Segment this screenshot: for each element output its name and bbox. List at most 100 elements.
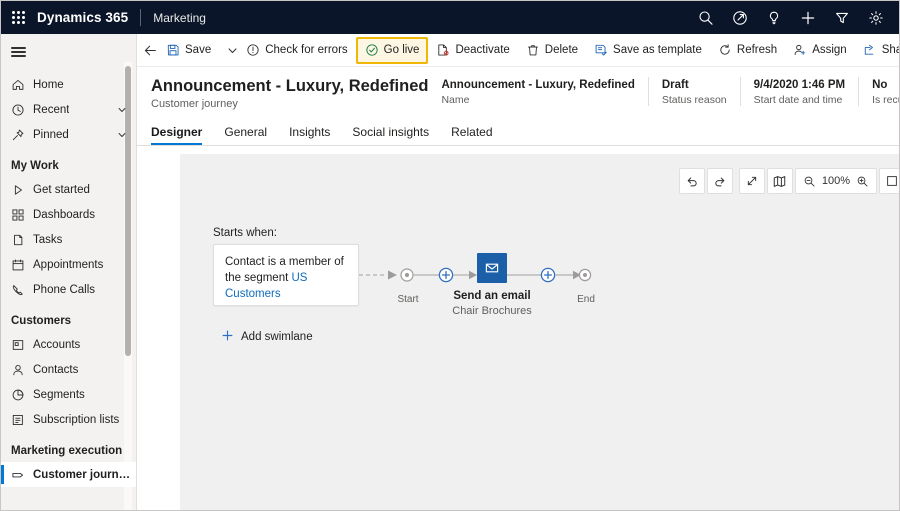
sidebar-item-segments[interactable]: Segments — [1, 382, 136, 407]
phone-icon — [11, 283, 33, 297]
app-window: Dynamics 365 Marketing Home Recent Pinne… — [0, 0, 900, 511]
record-header: Announcement - Luxury, Redefined Custome… — [137, 67, 899, 116]
brand-title: Dynamics 365 — [37, 10, 129, 25]
refresh-label: Refresh — [736, 44, 778, 56]
meta-label: Start date and time — [753, 94, 843, 106]
meta-label: Status reason — [661, 94, 727, 106]
sidebar-item-label: Dashboards — [33, 208, 96, 221]
canvas-more-button[interactable] — [879, 168, 899, 194]
chevron-down-icon[interactable] — [117, 130, 127, 140]
sidebar-item-subscription-lists[interactable]: Subscription lists — [1, 407, 136, 432]
journey-canvas[interactable]: 100% Starts when: Contact is a member of… — [181, 154, 899, 510]
record-tabs: Designer General Insights Social insight… — [137, 116, 899, 146]
sidebar-item-accounts[interactable]: Accounts — [1, 332, 136, 357]
chevron-down-icon[interactable] — [117, 105, 127, 115]
journey-icon — [11, 468, 33, 482]
top-navigation-bar: Dynamics 365 Marketing — [1, 1, 899, 34]
sidebar-item-label: Contacts — [33, 363, 79, 376]
zoom-in-icon[interactable] — [856, 175, 869, 188]
canvas-gutter — [137, 154, 181, 510]
calendar-icon — [11, 258, 33, 272]
plus-icon — [221, 329, 234, 345]
diagnostics-icon[interactable] — [723, 1, 757, 34]
meta-field-name: Announcement - Luxury, Redefined Name — [428, 77, 647, 106]
assign-button[interactable]: Assign — [785, 38, 855, 63]
sidebar-item-dashboards[interactable]: Dashboards — [1, 202, 136, 227]
tab-related[interactable]: Related — [440, 125, 503, 145]
home-icon — [11, 78, 33, 92]
sidebar-item-label: Accounts — [33, 338, 81, 351]
save-options-caret[interactable] — [227, 38, 238, 63]
meta-label: Is recurr — [872, 94, 899, 106]
sidebar-item-label: Pinned — [33, 128, 69, 141]
search-icon[interactable] — [689, 1, 723, 34]
main-content: Save Check for errors Go live Deactivate — [137, 34, 899, 510]
trigger-card[interactable]: Contact is a member of the segment US Cu… — [213, 244, 359, 306]
back-button[interactable] — [143, 37, 158, 63]
sidebar-item-pinned[interactable]: Pinned — [1, 122, 136, 147]
contact-icon — [11, 363, 33, 377]
add-swimlane-button[interactable]: Add swimlane — [221, 329, 313, 345]
tab-social-insights[interactable]: Social insights — [341, 125, 440, 145]
zoom-level-value[interactable]: 100% — [822, 175, 850, 187]
filter-icon[interactable] — [825, 1, 859, 34]
sidebar-item-label: Tasks — [33, 233, 63, 246]
save-as-template-button[interactable]: Save as template — [586, 38, 710, 63]
record-meta-fields: Announcement - Luxury, Redefined Name Dr… — [428, 77, 899, 115]
tile-title: Send an email — [453, 290, 531, 302]
play-icon — [11, 183, 33, 197]
hamburger-menu-icon[interactable] — [1, 34, 136, 70]
zoom-out-icon[interactable] — [803, 175, 816, 188]
lightbulb-icon[interactable] — [757, 1, 791, 34]
tab-insights[interactable]: Insights — [278, 125, 341, 145]
sidebar-item-get-started[interactable]: Get started — [1, 177, 136, 202]
journey-flow — [359, 257, 779, 293]
sidebar-item-tasks[interactable]: Tasks — [1, 227, 136, 252]
meta-label: Name — [441, 94, 470, 106]
deactivate-button[interactable]: Deactivate — [428, 38, 517, 63]
envelope-icon — [485, 263, 499, 273]
record-subtitle: Customer journey — [151, 98, 238, 110]
command-bar: Save Check for errors Go live Deactivate — [137, 34, 899, 67]
go-live-button[interactable]: Go live — [355, 36, 429, 64]
sidebar-item-label: Phone Calls — [33, 283, 96, 296]
sidebar-item-contacts[interactable]: Contacts — [1, 357, 136, 382]
tab-general[interactable]: General — [213, 125, 278, 145]
undo-button[interactable] — [678, 168, 705, 194]
tab-designer[interactable]: Designer — [151, 125, 213, 145]
meta-value: 9/4/2020 1:46 PM — [753, 79, 846, 91]
meta-value: No — [872, 79, 888, 91]
sidebar-item-recent[interactable]: Recent — [1, 97, 136, 122]
refresh-button[interactable]: Refresh — [710, 38, 785, 63]
send-an-email-tile[interactable] — [477, 253, 507, 283]
sidebar-item-phone-calls[interactable]: Phone Calls — [1, 277, 136, 302]
gear-icon[interactable] — [859, 1, 893, 34]
dashboard-icon — [11, 208, 33, 222]
meta-field-start-date: 9/4/2020 1:46 PM Start date and time — [739, 77, 858, 106]
sidebar-item-label: Customer journeys — [33, 468, 136, 481]
app-launcher-icon[interactable] — [1, 1, 35, 34]
share-button[interactable]: Share — [855, 38, 899, 63]
segment-icon — [11, 388, 33, 402]
check-for-errors-button[interactable]: Check for errors — [238, 38, 355, 63]
sidebar-item-label: Appointments — [33, 258, 104, 271]
starts-when-label: Starts when: — [213, 227, 277, 239]
minimap-button[interactable] — [766, 168, 793, 194]
redo-button[interactable] — [706, 168, 733, 194]
sidebar-item-appointments[interactable]: Appointments — [1, 252, 136, 277]
delete-button[interactable]: Delete — [518, 38, 586, 63]
save-button[interactable]: Save — [158, 38, 219, 63]
delete-label: Delete — [544, 44, 579, 56]
expand-button[interactable] — [738, 168, 765, 194]
plus-icon[interactable] — [791, 1, 825, 34]
sidebar-item-customer-journeys[interactable]: Customer journeys — [1, 462, 136, 487]
sidebar-item-label: Subscription lists — [33, 413, 120, 426]
canvas-toolbar: 100% — [678, 168, 899, 194]
top-nav-actions — [689, 1, 899, 34]
app-area-label: Marketing — [153, 10, 206, 25]
go-live-label: Go live — [383, 44, 420, 56]
sidebar: Home Recent Pinned My Work Get started D… — [1, 34, 137, 510]
check-for-errors-label: Check for errors — [265, 44, 348, 56]
save-as-template-label: Save as template — [613, 44, 702, 56]
sidebar-item-home[interactable]: Home — [1, 72, 136, 97]
